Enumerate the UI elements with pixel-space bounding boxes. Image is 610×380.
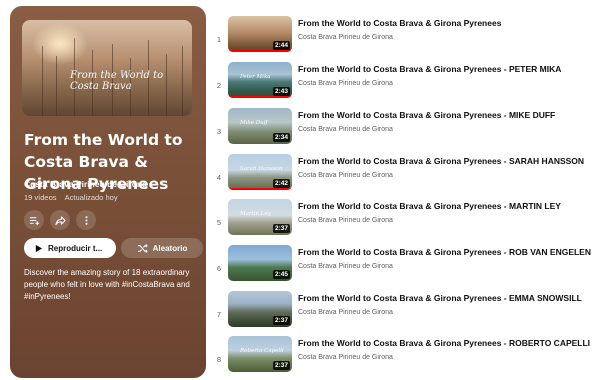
video-channel[interactable]: Costa Brava Pirineu de Girona xyxy=(298,263,393,270)
watch-progress-bar xyxy=(228,50,292,52)
video-index: 3 xyxy=(216,127,222,136)
list-item[interactable]: 4 Sarah Hansson 2:42 From the World to C… xyxy=(210,154,610,198)
list-item[interactable]: 6 2:45 From the World to Costa Brava & G… xyxy=(210,245,610,289)
list-item[interactable]: 1 2:44 From the World to Costa Brava & G… xyxy=(210,16,610,60)
thumbnail-caption: Sarah Hansson xyxy=(240,166,283,172)
watch-progress-bar xyxy=(228,188,292,190)
thumbnail-caption: Roberto Capelli xyxy=(240,348,284,354)
video-channel[interactable]: Costa Brava Pirineu de Girona xyxy=(298,126,393,133)
video-title[interactable]: From the World to Costa Brava & Girona P… xyxy=(298,201,561,211)
video-index: 1 xyxy=(216,35,222,44)
thumbnail-caption: Mike Duff xyxy=(240,120,268,126)
more-options-button[interactable] xyxy=(76,210,96,230)
video-count: 19 vídeos xyxy=(24,193,57,202)
list-item[interactable]: 2 Peter Mika 2:43 From the World to Cost… xyxy=(210,62,610,106)
playlist-cover-thumbnail[interactable]: From the World to Costa Brava xyxy=(22,20,192,116)
share-button[interactable] xyxy=(50,210,70,230)
video-title[interactable]: From the World to Costa Brava & Girona P… xyxy=(298,156,584,166)
video-thumbnail[interactable]: 2:37 xyxy=(228,291,292,327)
video-title[interactable]: From the World to Costa Brava & Girona P… xyxy=(298,338,590,348)
video-duration: 2:37 xyxy=(272,316,290,325)
playlist-meta: 19 vídeos Actualizado hoy xyxy=(24,193,118,202)
list-item[interactable]: 3 Mike Duff 2:34 From the World to Costa… xyxy=(210,108,610,152)
video-index: 7 xyxy=(216,310,222,319)
cover-script-text: From the World to Costa Brava xyxy=(70,70,164,92)
video-index: 2 xyxy=(216,81,222,90)
playlist-add-icon xyxy=(29,216,39,225)
video-channel[interactable]: Costa Brava Pirineu de Girona xyxy=(298,172,393,179)
playlist-header-panel: From the World to Costa Brava From the W… xyxy=(10,6,206,378)
watch-progress-bar xyxy=(228,96,292,98)
playlist-description: Discover the amazing story of 18 extraor… xyxy=(24,268,190,301)
thumbnail-caption: Peter Mika xyxy=(240,74,271,80)
video-index: 5 xyxy=(216,218,222,227)
video-duration: 2:42 xyxy=(272,179,290,188)
playlist-actions xyxy=(24,210,96,230)
list-item[interactable]: 7 2:37 From the World to Costa Brava & G… xyxy=(210,291,610,335)
thumbnail-caption: Martin Ley xyxy=(240,211,271,217)
save-playlist-button[interactable] xyxy=(24,210,44,230)
video-channel[interactable]: Costa Brava Pirineu de Girona xyxy=(298,309,393,316)
playlist-channel-link[interactable]: Costa Brava Pirineu de Girona xyxy=(24,179,147,189)
list-item[interactable]: 5 Martin Ley 2:37 From the World to Cost… xyxy=(210,199,610,243)
shuffle-label: Aleatorio xyxy=(152,243,188,253)
video-title[interactable]: From the World to Costa Brava & Girona P… xyxy=(298,247,591,257)
video-duration: 2:43 xyxy=(272,87,290,96)
video-duration: 2:37 xyxy=(272,361,290,370)
video-title[interactable]: From the World to Costa Brava & Girona P… xyxy=(298,110,555,120)
video-title[interactable]: From the World to Costa Brava & Girona P… xyxy=(298,18,501,28)
updated-label: Actualizado hoy xyxy=(64,193,118,202)
video-thumbnail[interactable]: Peter Mika 2:43 xyxy=(228,62,292,98)
video-index: 6 xyxy=(216,264,222,273)
video-title[interactable]: From the World to Costa Brava & Girona P… xyxy=(298,64,561,74)
play-all-button[interactable]: Reproducir t... xyxy=(24,238,116,258)
video-index: 4 xyxy=(216,173,222,182)
video-duration: 2:34 xyxy=(272,133,290,142)
video-thumbnail[interactable]: Martin Ley 2:37 xyxy=(228,199,292,235)
video-duration: 2:44 xyxy=(272,41,290,50)
video-thumbnail[interactable]: Sarah Hansson 2:42 xyxy=(228,154,292,190)
shuffle-icon xyxy=(137,243,148,253)
video-thumbnail[interactable]: Roberto Capelli 2:37 xyxy=(228,336,292,372)
video-index: 8 xyxy=(216,355,222,364)
video-thumbnail[interactable]: Mike Duff 2:34 xyxy=(228,108,292,144)
list-item[interactable]: 8 Roberto Capelli 2:37 From the World to… xyxy=(210,336,610,380)
video-channel[interactable]: Costa Brava Pirineu de Girona xyxy=(298,354,393,361)
video-thumbnail[interactable]: 2:44 xyxy=(228,16,292,52)
play-icon xyxy=(35,244,43,252)
video-channel[interactable]: Costa Brava Pirineu de Girona xyxy=(298,34,393,41)
video-duration: 2:45 xyxy=(272,270,290,279)
video-title[interactable]: From the World to Costa Brava & Girona P… xyxy=(298,293,582,303)
shuffle-button[interactable]: Aleatorio xyxy=(121,238,203,258)
video-duration: 2:37 xyxy=(272,224,290,233)
video-channel[interactable]: Costa Brava Pirineu de Girona xyxy=(298,80,393,87)
video-thumbnail[interactable]: 2:45 xyxy=(228,245,292,281)
video-channel[interactable]: Costa Brava Pirineu de Girona xyxy=(298,217,393,224)
more-vert-icon xyxy=(84,215,88,225)
share-icon xyxy=(54,215,66,225)
play-all-label: Reproducir t... xyxy=(48,243,103,253)
